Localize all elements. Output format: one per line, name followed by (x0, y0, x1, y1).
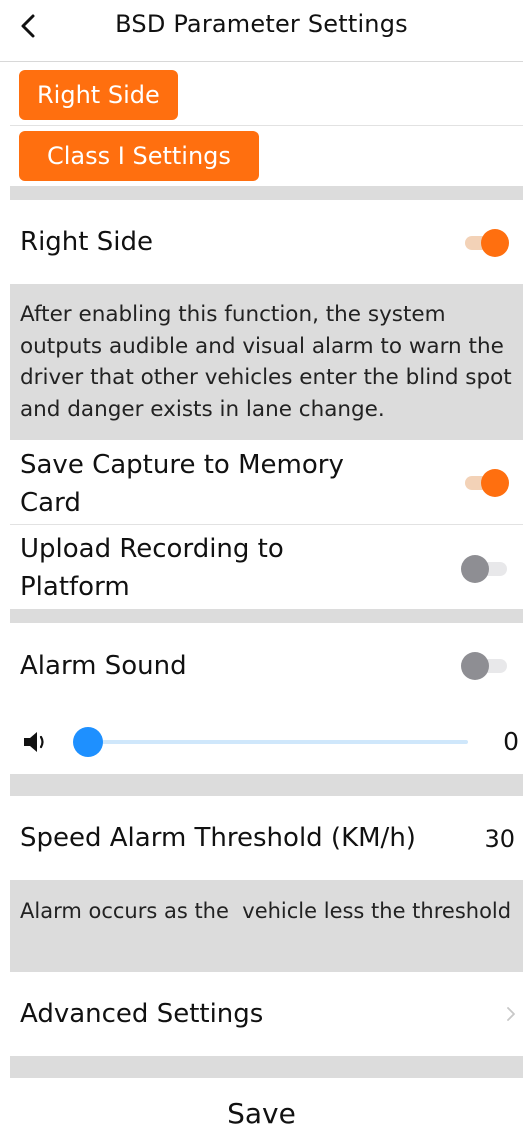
speaker-icon (24, 732, 44, 752)
page-title: BSD Parameter Settings (115, 10, 408, 38)
section-gap (10, 609, 523, 623)
tab-class-settings[interactable]: Class I Settings (19, 131, 259, 181)
side-tab-row: Right Side (10, 63, 523, 125)
right-side-row: Right Side (10, 200, 523, 284)
speed-threshold-description: Alarm occurs as the vehicle less the thr… (20, 899, 512, 923)
alarm-sound-toggle[interactable] (461, 649, 509, 683)
volume-value: 0 (503, 727, 519, 756)
class-tab-row: Class I Settings (10, 126, 523, 188)
tab-right-side[interactable]: Right Side (19, 70, 178, 120)
header-bar: BSD Parameter Settings (0, 0, 523, 62)
speed-threshold-description-box: Alarm occurs as the vehicle less the thr… (10, 880, 523, 972)
advanced-settings-label: Advanced Settings (20, 999, 264, 1029)
volume-slider-row: 0 (10, 716, 523, 768)
save-capture-label: Save Capture to Memory Card (20, 450, 344, 518)
alarm-sound-row: Alarm Sound (10, 623, 523, 711)
section-gap (10, 186, 523, 200)
right-side-label: Right Side (20, 227, 153, 257)
right-side-toggle[interactable] (461, 226, 509, 260)
advanced-settings-row[interactable]: Advanced Settings (10, 972, 523, 1056)
section-gap (10, 774, 523, 796)
upload-recording-label: Upload Recording to Platform (20, 534, 284, 602)
speed-threshold-value[interactable]: 30 (484, 820, 515, 858)
upload-recording-row: Upload Recording to Platform (10, 525, 523, 609)
speed-threshold-label: Speed Alarm Threshold (KM/h) (20, 823, 416, 853)
save-capture-row: Save Capture to Memory Card (10, 440, 523, 524)
alarm-sound-label: Alarm Sound (20, 651, 187, 681)
right-side-description-box: After enabling this function, the system… (10, 284, 523, 440)
volume-slider[interactable] (88, 740, 468, 744)
chevron-right-icon (507, 1007, 515, 1021)
right-side-description: After enabling this function, the system… (20, 302, 512, 422)
upload-recording-toggle[interactable] (461, 552, 509, 586)
section-gap (10, 1056, 523, 1078)
save-button[interactable]: Save (0, 1094, 523, 1133)
save-capture-toggle[interactable] (461, 466, 509, 500)
volume-slider-handle[interactable] (73, 727, 103, 757)
speed-threshold-row[interactable]: Speed Alarm Threshold (KM/h) 30 (10, 796, 523, 880)
